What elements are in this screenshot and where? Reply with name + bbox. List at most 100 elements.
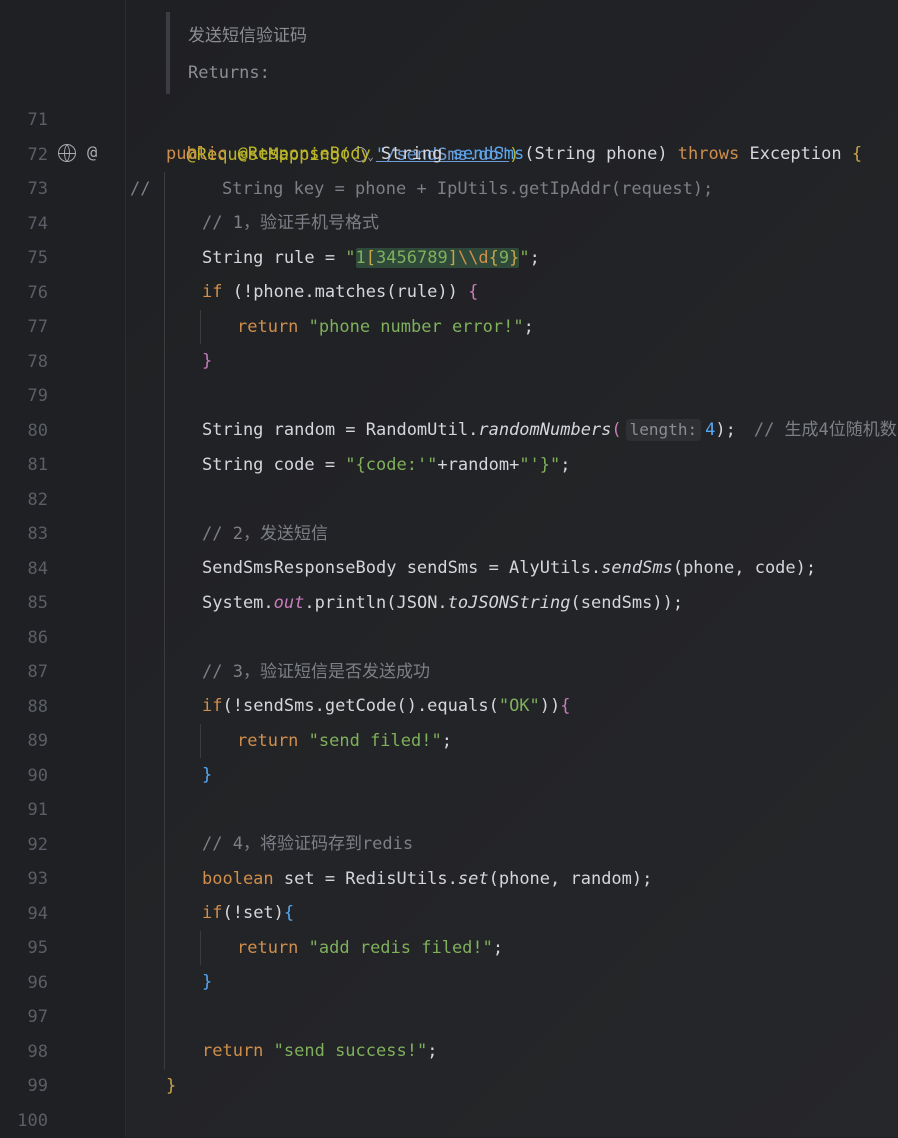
code-line-83[interactable]: // 2，发送短信 bbox=[202, 517, 328, 552]
code-line-78[interactable]: } bbox=[202, 344, 212, 379]
line-number[interactable]: 90 bbox=[0, 759, 48, 794]
code-line-92[interactable]: // 4，将验证码存到redis bbox=[202, 827, 413, 862]
code-line-84[interactable]: SendSmsResponseBody sendSms = AlyUtils.s… bbox=[202, 551, 816, 586]
line-number[interactable]: 93 bbox=[0, 862, 48, 897]
globe-icon[interactable] bbox=[58, 144, 76, 162]
semicolon: ; bbox=[530, 248, 540, 268]
semicolon: ; bbox=[493, 938, 503, 958]
number: 4 bbox=[705, 420, 715, 440]
keyword-return: return bbox=[237, 731, 309, 751]
parameter-hint: length: bbox=[626, 419, 701, 441]
code-line-73[interactable]: // bbox=[130, 172, 150, 207]
keyword-public: public bbox=[166, 144, 238, 164]
keyword-return: return bbox=[237, 317, 309, 337]
code-line-99[interactable]: } bbox=[166, 1069, 176, 1104]
brace: { bbox=[468, 282, 478, 302]
string: "OK" bbox=[499, 696, 540, 716]
regex-digits: 3456789 bbox=[376, 248, 448, 268]
code-line-80[interactable]: String random = RandomUtil.randomNumbers… bbox=[202, 413, 897, 448]
line-number[interactable]: 83 bbox=[0, 517, 48, 552]
line-number[interactable]: 86 bbox=[0, 621, 48, 656]
line-number[interactable]: 82 bbox=[0, 483, 48, 518]
code-line-98[interactable]: return "send success!"; bbox=[202, 1034, 437, 1069]
code-line-96[interactable]: } bbox=[202, 965, 212, 1000]
code-line-94[interactable]: if(!set){ bbox=[202, 896, 294, 931]
code-line-81[interactable]: String code = "{code:'"+random+"'}"; bbox=[202, 448, 571, 483]
regex-bracket: ] bbox=[448, 248, 458, 268]
code-line-72[interactable]: public @ResponseBody String sendSms(Stri… bbox=[166, 137, 862, 172]
line-number[interactable]: 96 bbox=[0, 966, 48, 1001]
code-line-95[interactable]: return "add redis filed!"; bbox=[237, 931, 503, 966]
keyword-if: if bbox=[202, 696, 222, 716]
line-number[interactable]: 74 bbox=[0, 207, 48, 242]
semicolon: ; bbox=[560, 455, 570, 475]
comment: // 生成4位随机数 bbox=[754, 420, 897, 440]
code-line-85[interactable]: System.out.println(JSON.toJSONString(sen… bbox=[202, 586, 683, 621]
text: set = RedisUtils. bbox=[284, 869, 458, 889]
line-number[interactable]: 88 bbox=[0, 690, 48, 725]
line-number[interactable]: 71 bbox=[0, 103, 48, 138]
args: (phone, code); bbox=[673, 558, 816, 578]
args: (sendSms)); bbox=[571, 593, 684, 613]
keyword-throws: throws bbox=[678, 144, 750, 164]
method-name: sendSms bbox=[453, 144, 525, 164]
line-number[interactable]: 79 bbox=[0, 379, 48, 414]
code-line-74[interactable]: // 1，验证手机号格式 bbox=[202, 206, 379, 241]
line-number[interactable]: 100 bbox=[0, 1104, 48, 1138]
line-number[interactable]: 97 bbox=[0, 1000, 48, 1035]
string: "send success!" bbox=[274, 1041, 428, 1061]
line-number[interactable]: 81 bbox=[0, 448, 48, 483]
code-line-88[interactable]: if(!sendSms.getCode().equals("OK")){ bbox=[202, 689, 571, 724]
line-number[interactable]: 89 bbox=[0, 724, 48, 759]
comment-slashes: // bbox=[130, 179, 150, 199]
line-number[interactable]: 84 bbox=[0, 552, 48, 587]
line-number[interactable]: 77 bbox=[0, 310, 48, 345]
text: String code = bbox=[202, 455, 345, 475]
line-number[interactable]: 76 bbox=[0, 276, 48, 311]
endpoint-at-icon[interactable]: @ bbox=[87, 136, 97, 171]
code-line-89[interactable]: return "send filed!"; bbox=[237, 724, 452, 759]
text: String random = RandomUtil. bbox=[202, 420, 478, 440]
line-number[interactable]: 98 bbox=[0, 1035, 48, 1070]
regex-bracket: [ bbox=[366, 248, 376, 268]
code-line-87[interactable]: // 3，验证短信是否发送成功 bbox=[202, 655, 430, 690]
paren: )) bbox=[540, 696, 560, 716]
condition: (!sendSms.getCode().equals( bbox=[222, 696, 498, 716]
regex-literal: 1 bbox=[356, 248, 366, 268]
line-number[interactable]: 92 bbox=[0, 828, 48, 863]
indent-guide bbox=[200, 931, 201, 965]
paren: ( bbox=[611, 420, 621, 440]
code-line-90[interactable]: } bbox=[202, 758, 212, 793]
code-line-76[interactable]: if (!phone.matches(rule)) { bbox=[202, 275, 478, 310]
exception-type: Exception bbox=[749, 144, 851, 164]
brace: { bbox=[852, 144, 862, 164]
semicolon: ; bbox=[427, 1041, 437, 1061]
regex-brace: { bbox=[489, 248, 499, 268]
string: "{code:'" bbox=[345, 455, 437, 475]
line-number[interactable]: 91 bbox=[0, 793, 48, 828]
keyword-return: return bbox=[237, 938, 309, 958]
code-line-77[interactable]: return "phone number error!"; bbox=[237, 310, 534, 345]
line-number[interactable]: 80 bbox=[0, 414, 48, 449]
condition: (!phone.matches(rule)) bbox=[233, 282, 468, 302]
line-number[interactable]: 95 bbox=[0, 931, 48, 966]
code-line-75[interactable]: String rule = "1[3456789]\\d{9}"; bbox=[202, 241, 540, 276]
keyword-if: if bbox=[202, 282, 233, 302]
brace: { bbox=[284, 903, 294, 923]
code-line-93[interactable]: boolean set = RedisUtils.set(phone, rand… bbox=[202, 862, 652, 897]
method-call: randomNumbers bbox=[478, 420, 611, 440]
line-number[interactable]: 72 bbox=[0, 138, 48, 173]
code-line-73-text: String key = phone + IpUtils.getIpAddr(r… bbox=[222, 172, 713, 207]
line-number[interactable]: 73 bbox=[0, 172, 48, 207]
line-number[interactable]: 99 bbox=[0, 1069, 48, 1104]
indent-guide bbox=[200, 724, 201, 758]
line-number[interactable]: 85 bbox=[0, 586, 48, 621]
quote: " bbox=[345, 248, 355, 268]
line-number[interactable]: 75 bbox=[0, 241, 48, 276]
line-number[interactable]: 78 bbox=[0, 345, 48, 380]
line-number[interactable]: 94 bbox=[0, 897, 48, 932]
condition: (!set) bbox=[222, 903, 283, 923]
keyword-boolean: boolean bbox=[202, 869, 284, 889]
args: (phone, random); bbox=[489, 869, 653, 889]
line-number[interactable]: 87 bbox=[0, 655, 48, 690]
